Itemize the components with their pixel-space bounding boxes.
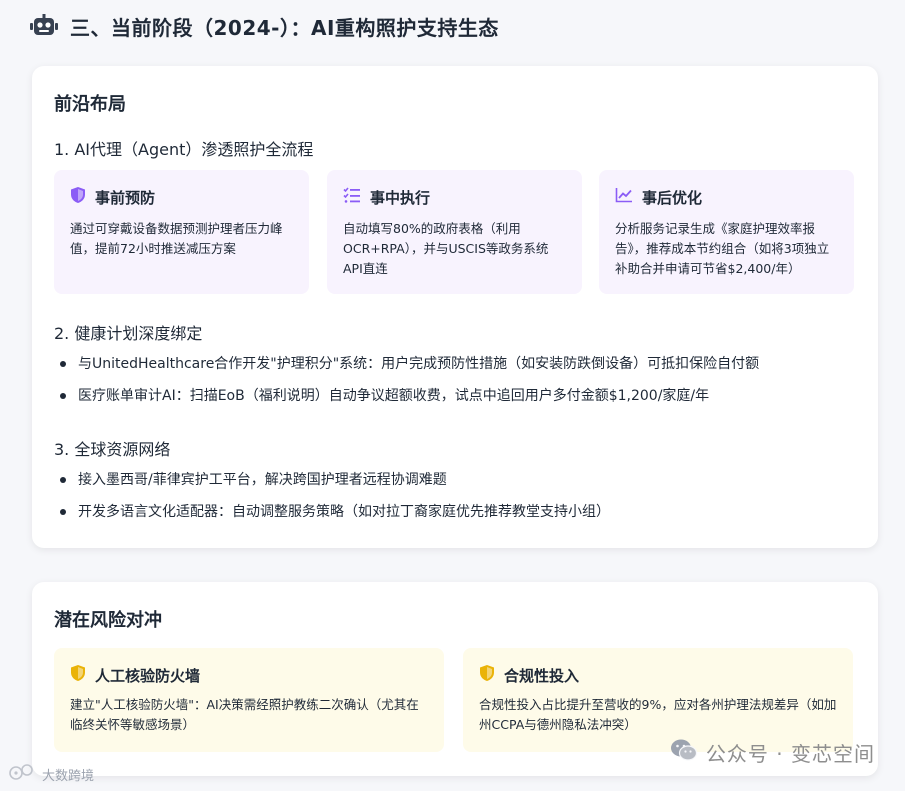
risk-box-compliance: 合规性投入 合规性投入占比提升至营收的9%，应对各州护理法规差异（如加州CCPA… [463,648,853,752]
page-header: 三、当前阶段（2024-）：AI重构照护支持生态 [30,8,499,44]
frontier-card: 前沿布局 1. AI代理（Agent）渗透照护全流程 事前预防 通过可穿戴设备数… [32,66,878,548]
page-title: 三、当前阶段（2024-）：AI重构照护支持生态 [70,15,499,40]
list-item: 开发多语言文化适配器：自动调整服务策略（如对拉丁裔家庭优先推荐教堂支持小组） [58,496,610,528]
list-item: 医疗账单审计AI：扫描EoB（福利说明）自动争议超额收费，试点中追回用户多付金额… [58,380,759,412]
robot-icon [30,14,58,38]
feature-box-prevention: 事前预防 通过可穿戴设备数据预测护理者压力峰值，提前72小时推送减压方案 [54,170,309,294]
shield-icon [479,664,495,686]
feature-box-execution: 事中执行 自动填写80%的政府表格（利用OCR+RPA），并与USCIS等政务系… [327,170,582,294]
group2-title: 2. 健康计划深度绑定 [54,324,203,343]
group3-list: 接入墨西哥/菲律宾护工平台，解决跨国护理者远程协调难题 开发多语言文化适配器：自… [58,464,610,528]
list-item: 接入墨西哥/菲律宾护工平台，解决跨国护理者远程协调难题 [58,464,610,496]
risk-title: 潜在风险对冲 [54,610,162,631]
feature-desc: 分析服务记录生成《家庭护理效率报告》，推荐成本节约组合（如将3项独立补助合并申请… [615,221,830,276]
group3-title: 3. 全球资源网络 [54,440,171,459]
risk-box-human-review: 人工核验防火墙 建立"人工核验防火墙"：AI决策需经照护教练二次确认（尤其在临终… [54,648,444,752]
feature-title: 事前预防 [95,188,156,207]
list-item: 与UnitedHealthcare合作开发"护理积分"系统：用户完成预防性措施（… [58,348,759,380]
risk-box-title: 合规性投入 [504,666,580,685]
wechat-icon [670,738,698,767]
risk-box-title: 人工核验防火墙 [95,666,201,685]
checklist-icon [343,187,361,207]
group1-title: 1. AI代理（Agent）渗透照护全流程 [54,140,314,159]
feature-box-optimization: 事后优化 分析服务记录生成《家庭护理效率报告》，推荐成本节约组合（如将3项独立补… [599,170,854,294]
feature-title: 事后优化 [642,188,703,207]
chart-line-icon [615,187,633,207]
brand-logo-icon [8,762,38,786]
feature-desc: 通过可穿戴设备数据预测护理者压力峰值，提前72小时推送减压方案 [70,221,283,256]
brand-watermark-text: 大数跨境 [42,768,95,784]
wechat-watermark: 公众号 · 变芯空间 [670,738,875,767]
frontier-title: 前沿布局 [54,94,126,115]
feature-title: 事中执行 [370,188,431,207]
shield-icon [70,664,86,686]
feature-desc: 自动填写80%的政府表格（利用OCR+RPA），并与USCIS等政务系统API直… [343,221,549,276]
group2-list: 与UnitedHealthcare合作开发"护理积分"系统：用户完成预防性措施（… [58,348,759,412]
brand-watermark: 大数跨境 [8,762,94,786]
risk-box-desc: 合规性投入占比提升至营收的9%，应对各州护理法规差异（如加州CCPA与德州隐私法… [479,697,837,732]
shield-icon [70,186,86,208]
wechat-watermark-text: 公众号 · 变芯空间 [705,742,875,766]
risk-box-desc: 建立"人工核验防火墙"：AI决策需经照护教练二次确认（尤其在临终关怀等敏感场景） [70,697,419,732]
